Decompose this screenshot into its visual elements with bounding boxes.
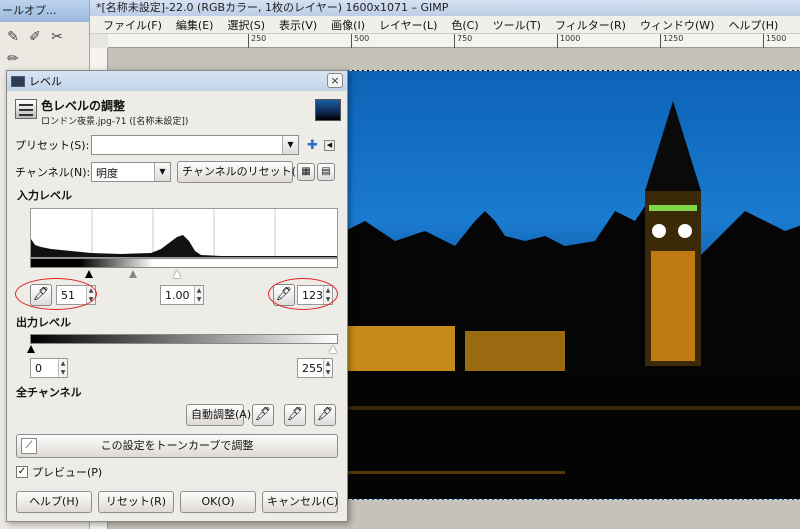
spin-arrows-icon[interactable]: ▲ ▼ (58, 359, 67, 377)
output-low-spinner[interactable]: 0 ▲ ▼ (30, 358, 68, 378)
dialog-header: 色レベルの調整 ロンドン夜景.jpg-71 ([名称未設定]) (13, 97, 341, 131)
channel-value: 明度 (96, 167, 118, 180)
linear-histogram-icon[interactable]: ▦ (297, 163, 315, 181)
log-histogram-icon[interactable]: ▤ (317, 163, 335, 181)
all-channels-label: 全チャンネル (16, 386, 82, 399)
menu-filters[interactable]: フィルター(R) (548, 17, 633, 33)
channel-combo[interactable]: 明度 ▼ (91, 162, 171, 182)
image-window-title: *[名称未設定]-22.0 (RGBカラー, 1枚のレイヤー) 1600x107… (90, 0, 800, 16)
edit-as-curves-label: この設定をトーンカーブで調整 (100, 439, 254, 452)
brush-icon[interactable]: ✏ (4, 50, 22, 68)
ruler-tick: 1250 (660, 34, 683, 48)
white-point-slider[interactable] (173, 270, 181, 278)
curves-icon: ⟋ (21, 438, 37, 454)
preset-label: プリセット(S): (15, 139, 90, 152)
histogram-graph (31, 209, 337, 257)
dialog-title: レベル (29, 75, 62, 88)
toolbox-title: ールオプ... (0, 0, 89, 22)
input-levels-label: 入力レベル (17, 189, 72, 202)
output-levels-label: 出力レベル (16, 316, 71, 329)
ruler-tick: 250 (248, 34, 266, 48)
black-point-slider[interactable] (85, 270, 93, 278)
histogram[interactable] (30, 208, 338, 258)
annotation-circle-right (268, 278, 338, 310)
menu-edit[interactable]: 編集(E) (169, 17, 221, 33)
output-gradient-bar (30, 334, 338, 344)
help-button[interactable]: ヘルプ(H) (16, 491, 92, 513)
annotation-circle-left (15, 278, 97, 310)
channel-label: チャンネル(N): (15, 166, 91, 179)
scissors-icon[interactable]: ✂ (48, 28, 66, 46)
menu-windows[interactable]: ウィンドウ(W) (633, 17, 721, 33)
dialog-heading: 色レベルの調整 (41, 99, 126, 113)
menu-file[interactable]: ファイル(F) (96, 17, 169, 33)
levels-icon (15, 99, 37, 119)
output-low-value: 0 (35, 362, 42, 375)
horizontal-ruler[interactable]: 250 500 750 1000 1250 1500 (108, 34, 800, 48)
black-eyedropper-icon[interactable]: 🖊 (252, 404, 274, 426)
preset-combo[interactable]: ▼ (91, 135, 299, 155)
gamma-slider[interactable] (129, 270, 137, 278)
channel-row: チャンネル(N): 明度 ▼ チャンネルのリセット(E) ▦ ▤ (15, 161, 335, 183)
output-high-slider[interactable] (329, 345, 337, 353)
menu-tools[interactable]: ツール(T) (486, 17, 548, 33)
menu-select[interactable]: 選択(S) (220, 17, 272, 33)
edit-as-curves-button[interactable]: ⟋ この設定をトーンカーブで調整 (16, 434, 338, 458)
gamma-value: 1.00 (165, 289, 190, 302)
ruler-tick: 1000 (557, 34, 580, 48)
menu-colors[interactable]: 色(C) (444, 17, 485, 33)
input-gradient-bar (30, 258, 338, 268)
output-high-value: 255 (302, 362, 323, 375)
color-picker-icon[interactable]: ✐ (26, 28, 44, 46)
spin-arrows-icon[interactable]: ▲ ▼ (323, 359, 332, 377)
reset-button[interactable]: リセット(R) (98, 491, 174, 513)
preset-row: プリセット(S): ▼ ✚ ◀ (15, 135, 335, 155)
output-high-spinner[interactable]: 255 ▲ ▼ (297, 358, 333, 378)
auto-adjust-button[interactable]: 自動調整(A) (186, 404, 251, 426)
menu-view[interactable]: 表示(V) (272, 17, 324, 33)
reset-channel-button[interactable]: チャンネルのリセット(E) (177, 161, 307, 183)
add-preset-icon[interactable]: ✚ (307, 138, 318, 153)
dialog-titlebar[interactable]: レベル × (7, 71, 347, 91)
preview-label: プレビュー(P) (32, 466, 103, 479)
gray-eyedropper-icon[interactable]: 🖊 (284, 404, 306, 426)
menu-image[interactable]: 画像(I) (324, 17, 372, 33)
close-icon[interactable]: × (327, 73, 343, 88)
menu-bar: ファイル(F) 編集(E) 選択(S) 表示(V) 画像(I) レイヤー(L) … (90, 16, 800, 34)
dialog-subheading: ロンドン夜景.jpg-71 ([名称未設定]) (41, 117, 189, 127)
levels-window-icon (11, 75, 25, 87)
path-tool-icon[interactable]: ✎ (4, 28, 22, 46)
menu-layer[interactable]: レイヤー(L) (372, 17, 444, 33)
gamma-spinner[interactable]: 1.00 ▲ ▼ (160, 285, 204, 305)
ruler-tick: 500 (351, 34, 369, 48)
toolbox-tools: ✎ ✐ ✂ ✏ (0, 22, 89, 74)
white-eyedropper-icon[interactable]: 🖊 (314, 404, 336, 426)
preview-checkbox[interactable]: ✓ (16, 466, 28, 478)
spin-arrows-icon[interactable]: ▲ ▼ (194, 286, 203, 304)
ruler-tick: 1500 (763, 34, 786, 48)
ok-button[interactable]: OK(O) (180, 491, 256, 513)
output-low-slider[interactable] (27, 345, 35, 353)
preview-row: ✓ プレビュー(P) (16, 464, 102, 480)
chevron-down-icon[interactable]: ▼ (154, 163, 170, 181)
ruler-tick: 750 (454, 34, 472, 48)
chevron-down-icon[interactable]: ▼ (282, 136, 298, 154)
preset-menu-icon[interactable]: ◀ (323, 139, 335, 151)
image-thumbnail (315, 99, 341, 121)
menu-help[interactable]: ヘルプ(H) (721, 17, 785, 33)
cancel-button[interactable]: キャンセル(C) (262, 491, 338, 513)
